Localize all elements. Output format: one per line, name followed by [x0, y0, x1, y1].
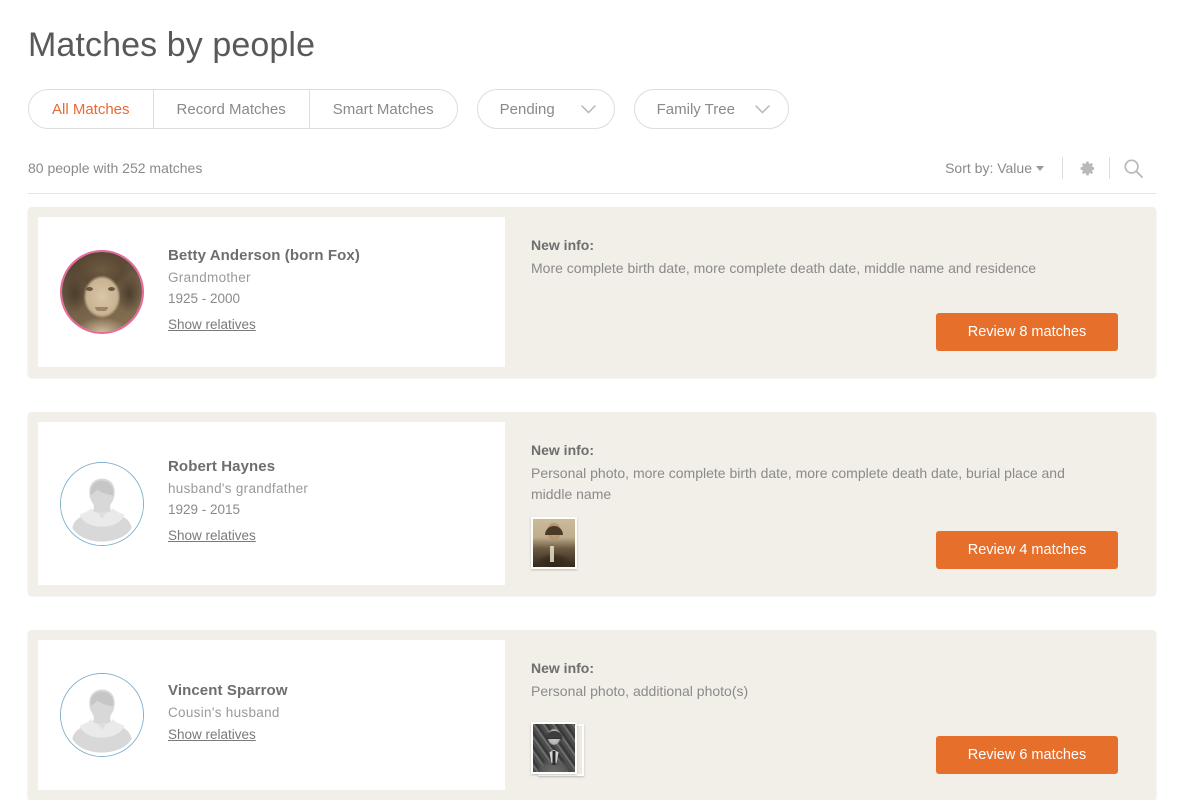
tab-record-matches[interactable]: Record Matches	[153, 90, 309, 128]
status-dropdown-label: Pending	[500, 101, 555, 118]
person-panel: Robert Haynes husband's grandfather 1929…	[38, 422, 505, 585]
page-title: Matches by people	[14, 0, 1170, 65]
source-dropdown[interactable]: Family Tree	[634, 89, 789, 129]
new-info-text: More complete birth date, more complete …	[531, 258, 1091, 279]
match-type-tab-group: All Matches Record Matches Smart Matches	[28, 89, 458, 129]
person-relation: husband's grandfather	[168, 481, 308, 496]
results-meta-row: 80 people with 252 matches Sort by: Valu…	[28, 129, 1156, 194]
photo-thumbnail[interactable]	[531, 517, 577, 569]
sort-by-label: Sort by: Value	[945, 160, 1032, 176]
info-bottom-row: Review 6 matches	[531, 710, 1118, 774]
person-relation: Grandmother	[168, 270, 360, 285]
gear-icon	[1077, 159, 1096, 178]
show-relatives-link[interactable]: Show relatives	[168, 317, 256, 332]
chevron-down-icon	[581, 105, 596, 114]
person-name: Vincent Sparrow	[168, 682, 288, 699]
avatar[interactable]	[60, 250, 144, 334]
filter-bar: All Matches Record Matches Smart Matches…	[14, 65, 1170, 129]
settings-button[interactable]	[1063, 155, 1109, 181]
tab-smart-matches[interactable]: Smart Matches	[309, 90, 457, 128]
results-tools: Sort by: Value	[945, 155, 1156, 181]
source-dropdown-label: Family Tree	[657, 101, 735, 118]
new-info-panel: New info: Personal photo, more complete …	[505, 422, 1146, 585]
match-card[interactable]: Betty Anderson (born Fox) Grandmother 19…	[28, 207, 1156, 377]
person-name: Robert Haynes	[168, 458, 308, 475]
person-panel: Vincent Sparrow Cousin's husband Show re…	[38, 640, 505, 790]
new-photo-thumbnails[interactable]	[531, 722, 583, 774]
new-info-text: Personal photo, more complete birth date…	[531, 463, 1091, 505]
person-years: 1929 - 2015	[168, 502, 308, 517]
new-info-label: New info:	[531, 442, 1118, 458]
person-placeholder-icon	[61, 463, 143, 545]
person-info: Vincent Sparrow Cousin's husband Show re…	[144, 682, 288, 748]
info-bottom-row: Review 4 matches	[531, 505, 1118, 569]
new-info-label: New info:	[531, 237, 1118, 253]
review-matches-button[interactable]: Review 6 matches	[936, 736, 1118, 774]
search-icon	[1123, 158, 1144, 179]
photo-image	[533, 724, 575, 772]
info-bottom-row: Review 8 matches	[531, 313, 1118, 351]
status-dropdown[interactable]: Pending	[477, 89, 615, 129]
avatar[interactable]	[60, 673, 144, 757]
show-relatives-link[interactable]: Show relatives	[168, 727, 256, 742]
search-button[interactable]	[1110, 155, 1156, 181]
person-years: 1925 - 2000	[168, 291, 360, 306]
person-relation: Cousin's husband	[168, 705, 288, 720]
review-matches-button[interactable]: Review 4 matches	[936, 531, 1118, 569]
new-info-label: New info:	[531, 660, 1118, 676]
new-info-panel: New info: Personal photo, additional pho…	[505, 640, 1146, 790]
chevron-down-icon	[755, 105, 770, 114]
show-relatives-link[interactable]: Show relatives	[168, 528, 256, 543]
results-count: 80 people with 252 matches	[28, 160, 202, 176]
review-matches-button[interactable]: Review 8 matches	[936, 313, 1118, 351]
new-info-text: Personal photo, additional photo(s)	[531, 681, 1091, 702]
person-info: Robert Haynes husband's grandfather 1929…	[144, 458, 308, 549]
sort-by-control[interactable]: Sort by: Value	[945, 160, 1062, 176]
photo-thumbnail[interactable]	[531, 722, 577, 774]
person-info: Betty Anderson (born Fox) Grandmother 19…	[144, 247, 360, 338]
matches-page: Matches by people All Matches Record Mat…	[0, 0, 1184, 786]
person-placeholder-icon	[61, 674, 143, 756]
match-card-list: Betty Anderson (born Fox) Grandmother 19…	[28, 207, 1156, 800]
tab-all-matches[interactable]: All Matches	[29, 90, 153, 128]
new-info-panel: New info: More complete birth date, more…	[505, 217, 1146, 367]
match-card[interactable]: Robert Haynes husband's grandfather 1929…	[28, 412, 1156, 595]
person-name: Betty Anderson (born Fox)	[168, 247, 360, 264]
match-card[interactable]: Vincent Sparrow Cousin's husband Show re…	[28, 630, 1156, 800]
caret-down-icon	[1036, 166, 1044, 171]
photo-image	[533, 519, 575, 567]
avatar[interactable]	[60, 462, 144, 546]
person-panel: Betty Anderson (born Fox) Grandmother 19…	[38, 217, 505, 367]
new-photo-thumbnails[interactable]	[531, 517, 583, 569]
person-photo	[62, 252, 142, 332]
